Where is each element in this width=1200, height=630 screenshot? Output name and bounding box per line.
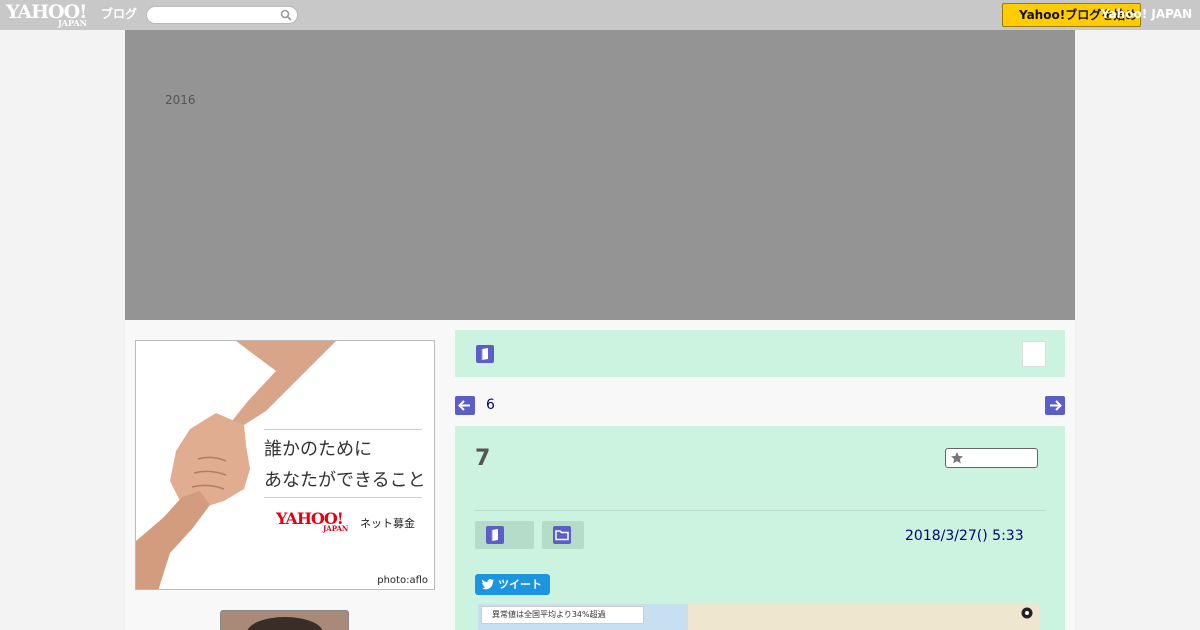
logo-blog-text[interactable]: ブログ	[101, 5, 137, 22]
article-date: 2018/3/27() 5:33	[905, 528, 1024, 544]
tweet-button[interactable]: ツイート	[475, 574, 550, 595]
yahoo-logo[interactable]: YAHOO! JAPAN	[6, 2, 100, 28]
article-navigation: 6	[455, 396, 1065, 416]
blog-header-banner: 2016	[125, 30, 1075, 320]
article-category-button[interactable]	[475, 521, 534, 549]
book-icon[interactable]	[476, 345, 494, 363]
yahoo-japan-link[interactable]: Yahoo! JAPAN	[1101, 7, 1192, 21]
tweet-button-label: ツイート	[498, 578, 542, 591]
arrow-left-icon[interactable]	[455, 396, 475, 415]
main-wrapper: 誰かのために あなたができること YAHOO! JAPAN ネット募金 phot…	[125, 320, 1075, 630]
ad-brand-text: ネット募金	[360, 517, 415, 530]
article-folder-button[interactable]	[542, 521, 584, 549]
ad-yahoo-logo-sub: JAPAN	[323, 524, 349, 533]
top-bar: YAHOO! JAPAN ブログ Yahoo!ブログを始める Yahoo! JA…	[0, 0, 1200, 30]
folder-icon	[553, 526, 571, 544]
article-card: 7 2018/3/27() 5:33 ツイート 異常値は全国平均より34%超過	[455, 426, 1065, 630]
article-divider	[475, 510, 1045, 511]
favorite-button[interactable]	[945, 448, 1038, 468]
category-bar	[455, 330, 1065, 377]
arrow-right-icon[interactable]	[1045, 396, 1065, 415]
map-land-area	[688, 604, 1040, 630]
logo-sub-text: JAPAN	[58, 18, 87, 28]
map-caption: 異常値は全国平均より34%超過	[481, 606, 644, 624]
compass-icon	[1021, 607, 1033, 619]
profile-avatar[interactable]	[220, 610, 349, 630]
search-icon[interactable]	[280, 9, 292, 21]
star-icon	[951, 452, 963, 464]
ad-headline-1: 誰かのために	[264, 439, 372, 460]
article-title[interactable]: 7	[475, 446, 490, 471]
category-toggle[interactable]	[1022, 341, 1046, 367]
article-map-image[interactable]: 異常値は全国平均より34%超過	[478, 604, 1040, 630]
search-input[interactable]	[155, 8, 279, 22]
ad-photo-credit: photo:aflo	[377, 575, 428, 586]
donation-ad-banner[interactable]: 誰かのために あなたができること YAHOO! JAPAN ネット募金 phot…	[135, 340, 435, 590]
twitter-bird-icon	[482, 579, 494, 590]
ad-headline-2: あなたができること	[264, 470, 426, 491]
book-icon	[486, 526, 504, 544]
avatar-image	[221, 611, 348, 630]
header-year: 2016	[165, 93, 196, 107]
ad-divider-top	[264, 429, 422, 430]
search-box[interactable]	[146, 6, 298, 24]
ad-divider-bottom	[264, 497, 422, 498]
prev-article-link[interactable]: 6	[486, 397, 495, 413]
